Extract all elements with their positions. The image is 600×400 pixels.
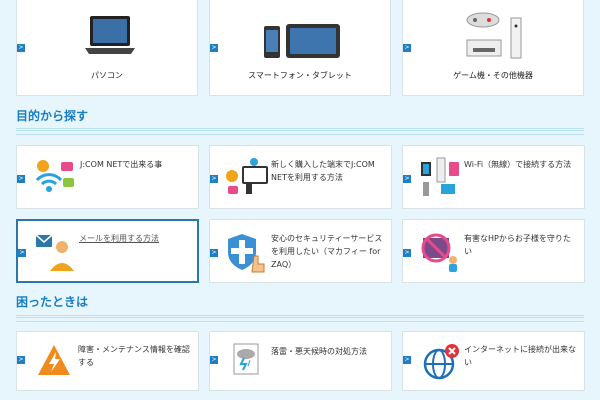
trouble-label: インターネットに接続が出来ない [464,345,576,367]
device-label-pc: パソコン [91,71,123,80]
purpose-label: 有害なHPからお子様を守りたい [464,234,571,256]
purpose-card-parental[interactable]: > 有害なHPからお子様を守りたい [402,219,585,283]
arrow-icon: > [210,249,218,257]
purpose-label: 新しく購入した端末でJ:COM NETを利用する方法 [271,160,375,182]
parental-control-icon [421,233,457,272]
purpose-label: 安心のセキュリティーサービスを利用したい（マカフィー for ZAQ） [271,234,383,269]
trouble-label: 落雷・悪天候時の対処方法 [271,347,367,356]
laptop-icon [85,16,135,54]
purpose-card-security[interactable]: > 安心のセキュリティーサービスを利用したい（マカフィー for ZAQ） [209,219,392,283]
arrow-icon: > [403,44,411,52]
device-card-smartphone[interactable]: > スマートフォン・タブレット [209,0,391,96]
device-label-game: ゲーム機・その他機器 [453,71,533,80]
new-device-icon [226,158,268,194]
warning-lightning-icon [38,345,70,375]
trouble-card-storm[interactable]: > 落雷・悪天候時の対処方法 [209,331,392,391]
section-divider [16,128,584,135]
wifi-router-icon [421,157,459,196]
section-divider [16,315,584,322]
trouble-card-no-connection[interactable]: > インターネットに接続が出来ない [402,331,585,391]
arrow-icon: > [403,356,411,364]
section-heading-purpose: 目的から探す [16,109,89,123]
arrow-icon: > [17,44,25,52]
trouble-card-maintenance[interactable]: > 障害・メンテナンス情報を確認する [16,331,199,391]
purpose-card-mail[interactable]: > メールを利用する方法 [16,219,199,283]
arrow-icon: > [403,249,411,257]
storm-document-icon [233,343,259,375]
purpose-card-new-device[interactable]: > 新しく購入した端末でJ:COM NETを利用する方法 [209,145,392,209]
purpose-label: Wi-Fi（無線）で接続する方法 [464,160,572,169]
device-card-pc[interactable]: > パソコン [16,0,198,96]
game-console-icon [466,12,522,59]
purpose-label: メールを利用する方法 [79,234,159,243]
trouble-label: 障害・メンテナンス情報を確認する [78,345,190,367]
phone-tablet-icon [264,24,340,58]
arrow-icon: > [403,175,411,183]
arrow-icon: > [210,175,218,183]
arrow-icon: > [17,175,25,183]
arrow-icon: > [17,356,25,364]
device-label-smartphone: スマートフォン・タブレット [248,71,352,80]
mail-user-icon [36,234,74,271]
purpose-card-wifi[interactable]: > Wi-Fi（無線）で接続する方法 [402,145,585,209]
security-shield-icon [228,234,265,273]
section-heading-trouble: 困ったときは [16,295,89,309]
arrow-icon: > [18,249,26,257]
services-icon [35,160,74,192]
globe-error-icon [423,344,459,380]
device-card-game[interactable]: > ゲーム機・その他機器 [402,0,584,96]
arrow-icon: > [210,44,218,52]
arrow-icon: > [210,356,218,364]
purpose-card-jcom-features[interactable]: > J:COM NETで出来る事 [16,145,199,209]
purpose-label: J:COM NETで出来る事 [80,160,163,169]
